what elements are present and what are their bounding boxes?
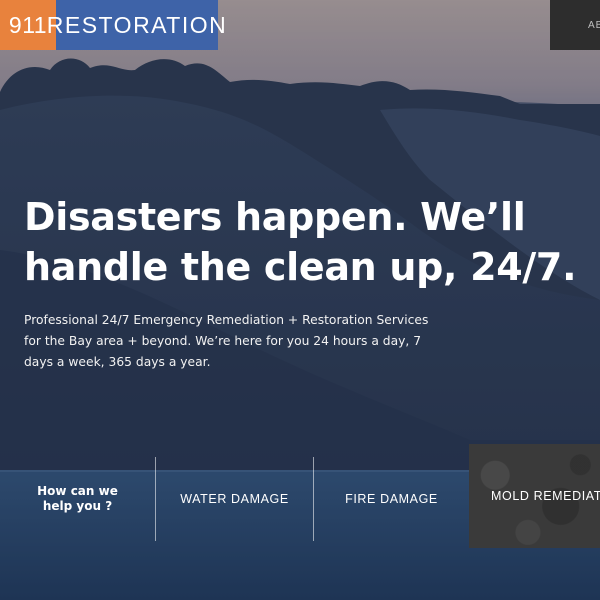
services-strip: How can we help you ? WATER DAMAGE FIRE …	[0, 444, 600, 548]
hero-subtitle: Professional 24/7 Emergency Remediation …	[24, 310, 444, 373]
help-prompt-line: How can we	[37, 484, 118, 498]
service-label: FIRE DAMAGE	[345, 492, 438, 506]
service-fire-damage[interactable]: FIRE DAMAGE	[314, 457, 469, 541]
service-mold-remediation[interactable]: MOLD REMEDIATION	[469, 444, 600, 548]
hero-subtitle-line: for the Bay area + beyond. We’re here fo…	[24, 334, 422, 348]
hero-title-line: Disasters happen. We’ll	[24, 195, 526, 239]
help-prompt: How can we help you ?	[0, 457, 155, 541]
hero-subtitle-line: days a week, 365 days a year.	[24, 355, 211, 369]
nav-item-about[interactable]: AB	[588, 20, 600, 31]
hero-subtitle-line: Professional 24/7 Emergency Remediation …	[24, 313, 429, 327]
logo-wordmark: RESTORATION	[47, 0, 226, 50]
hero-title-line: handle the clean up, 24/7.	[24, 245, 577, 289]
service-label: WATER DAMAGE	[180, 492, 289, 506]
nav-bar: AB	[550, 0, 600, 50]
hero-title: Disasters happen. We’ll handle the clean…	[24, 192, 594, 292]
help-prompt-line: help you ?	[42, 499, 113, 513]
site-logo[interactable]: 911 RESTORATION	[0, 0, 226, 50]
service-water-damage[interactable]: WATER DAMAGE	[156, 457, 313, 541]
service-label: MOLD REMEDIATION	[491, 489, 600, 503]
